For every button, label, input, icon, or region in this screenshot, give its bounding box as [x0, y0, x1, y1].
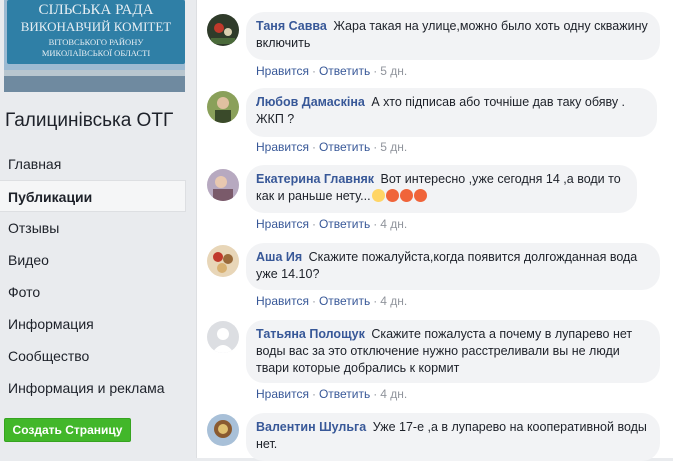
angry-emoji-icon [413, 189, 427, 202]
nav-item-posts[interactable]: Публикации [0, 180, 186, 212]
nav-item-reviews[interactable]: Отзывы [0, 212, 186, 244]
nav-item-community[interactable]: Сообщество [0, 340, 186, 372]
like-link[interactable]: Нравится [256, 140, 309, 154]
default-avatar[interactable] [207, 321, 239, 353]
comment-bubble: Таня Савва Жара такая на улице,можно был… [246, 12, 660, 60]
comment-actions: Нравится · Ответить · 4 дн. [256, 217, 407, 231]
comment-bubble: Любов Дамаскіна А хто підписав або точні… [246, 88, 657, 137]
comment-bubble: Аша Ия Скажите пожалуйста,когда появится… [246, 243, 660, 290]
avatar[interactable] [207, 169, 239, 201]
separator-dot: · [373, 294, 378, 308]
separator-dot: · [311, 294, 316, 308]
like-link[interactable]: Нравится [256, 387, 309, 401]
reply-link[interactable]: Ответить [319, 217, 370, 231]
comment-actions: Нравится · Ответить · 4 дн. [256, 387, 407, 401]
avatar[interactable] [207, 14, 239, 46]
separator-dot: · [311, 64, 316, 78]
cover-sign-line-4: МИКОЛАЇВСЬКОЇ ОБЛАСТІ [42, 48, 151, 58]
cover-sign-line-2: ВИКОНАВЧИЙ КОМІТЕТ [21, 19, 172, 34]
comment-author[interactable]: Любов Дамаскіна [256, 95, 365, 109]
cover-sign-line-1: СІЛЬСЬКА РАДА [39, 2, 154, 18]
reply-link[interactable]: Ответить [319, 140, 370, 154]
avatar[interactable] [207, 245, 239, 277]
nav-item-videos[interactable]: Видео [0, 244, 186, 276]
comment-bubble: Татьяна Полощук Скажите пожалуста а поче… [246, 320, 660, 383]
reply-link[interactable]: Ответить [319, 294, 370, 308]
comment-author[interactable]: Татьяна Полощук [256, 327, 365, 341]
nav-item-ads-info[interactable]: Информация и реклама [0, 372, 186, 404]
comment-timestamp[interactable]: 5 дн. [380, 140, 407, 154]
nav-item-photos[interactable]: Фото [0, 276, 186, 308]
comment-author[interactable]: Екатерина Главняк [256, 172, 374, 186]
separator-dot: · [311, 217, 316, 231]
comment-author[interactable]: Валентин Шульга [256, 420, 366, 434]
comment-timestamp[interactable]: 4 дн. [380, 294, 407, 308]
angry-emoji-icon [399, 189, 413, 202]
comment-actions: Нравится · Ответить · 5 дн. [256, 64, 407, 78]
avatar[interactable] [207, 414, 239, 446]
comment-text: Скажите пожалуйста,когда появится долгож… [256, 250, 638, 281]
separator-dot: · [373, 64, 378, 78]
page-title[interactable]: Галицинівська ОТГ [5, 110, 173, 132]
left-sidebar: СІЛЬСЬКА РАДА ВИКОНАВЧИЙ КОМІТЕТ ВІТОВСЬ… [0, 0, 196, 458]
page-nav: Главная Публикации Отзывы Видео Фото Инф… [0, 148, 186, 404]
comment-timestamp[interactable]: 4 дн. [380, 387, 407, 401]
comments-feed: Таня Савва Жара такая на улице,можно был… [197, 0, 673, 461]
separator-dot: · [373, 387, 378, 401]
nav-item-about[interactable]: Информация [0, 308, 186, 340]
comment-bubble: Валентин Шульга Уже 17-е ,а в лупарево н… [246, 413, 660, 461]
comment-actions: Нравится · Ответить · 4 дн. [256, 294, 407, 308]
like-link[interactable]: Нравится [256, 217, 309, 231]
nav-item-home[interactable]: Главная [0, 148, 186, 180]
comment-author[interactable]: Таня Савва [256, 19, 327, 33]
comment-actions: Нравится · Ответить · 5 дн. [256, 140, 407, 154]
separator-dot: · [311, 140, 316, 154]
comment-bubble: Екатерина Главняк Вот интересно ,уже сег… [246, 165, 637, 213]
like-link[interactable]: Нравится [256, 64, 309, 78]
comment-timestamp[interactable]: 4 дн. [380, 217, 407, 231]
comment-timestamp[interactable]: 5 дн. [380, 64, 407, 78]
page-cover-photo[interactable]: СІЛЬСЬКА РАДА ВИКОНАВЧИЙ КОМІТЕТ ВІТОВСЬ… [4, 0, 185, 92]
separator-dot: · [373, 217, 378, 231]
avatar[interactable] [207, 91, 239, 123]
reply-link[interactable]: Ответить [319, 64, 370, 78]
angry-emoji-icon [385, 189, 399, 202]
scream-emoji-icon [371, 189, 385, 202]
like-link[interactable]: Нравится [256, 294, 309, 308]
create-page-button[interactable]: Создать Страницу [4, 418, 131, 442]
comment-author[interactable]: Аша Ия [256, 250, 302, 264]
separator-dot: · [373, 140, 378, 154]
cover-sign-line-3: ВІТОВСЬКОГО РАЙОНУ [49, 37, 145, 47]
reply-link[interactable]: Ответить [319, 387, 370, 401]
separator-dot: · [311, 387, 316, 401]
